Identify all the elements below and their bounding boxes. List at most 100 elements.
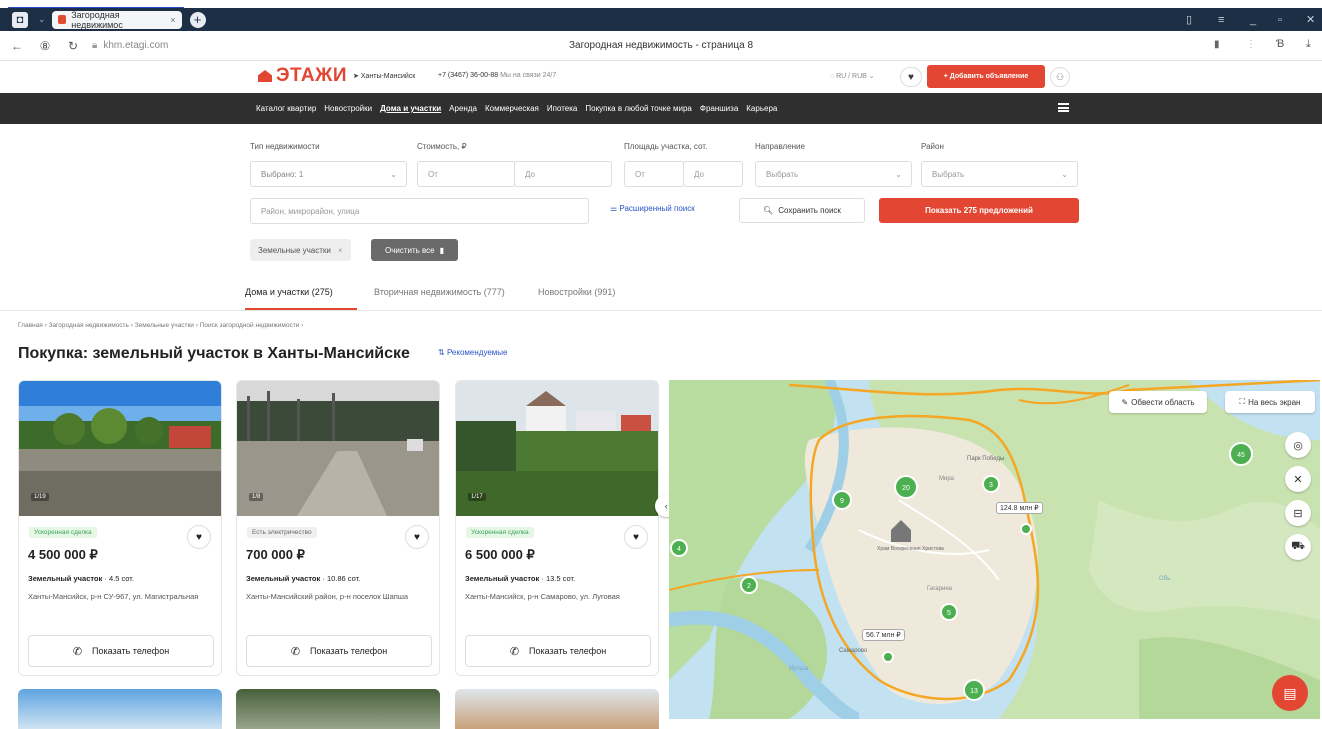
listing-card[interactable]: 1/19 Ускоренная сделка ♥ 4 500 000 ₽ Зем…: [18, 380, 222, 676]
breadcrumb[interactable]: Главная › Загородная недвижимость › Земе…: [18, 322, 303, 329]
restore-icon[interactable]: ▫: [1278, 8, 1282, 31]
clear-all-button[interactable]: Очистить все ▮: [371, 239, 458, 261]
nav-item-new-buildings[interactable]: Новостройки: [324, 104, 372, 113]
clear-all-label: Очистить все: [384, 245, 435, 255]
favorite-heart-icon[interactable]: ♥: [187, 525, 211, 549]
nav-item-catalog[interactable]: Каталог квартир: [256, 104, 316, 113]
nav-item-houses[interactable]: Дома и участки: [380, 104, 441, 113]
map-canvas[interactable]: 45 20 9 3 4 2 5 13 Мира Парк Победы Храм…: [669, 380, 1320, 719]
listing-card[interactable]: 1/17 Ускоренная сделка ♥ 6 500 000 ₽ Зем…: [455, 380, 659, 676]
listing-badge: Ускоренная сделка: [29, 527, 97, 538]
tab-secondary[interactable]: Вторичная недвижимость (777): [374, 287, 505, 297]
map-label: Обь: [1159, 576, 1170, 582]
tab-houses[interactable]: Дома и участки (275): [245, 287, 333, 297]
close-window-icon[interactable]: ✕: [1306, 8, 1315, 31]
district-select[interactable]: Выбрать ⌄: [921, 161, 1078, 187]
bookmark-panel-icon[interactable]: ▯: [1186, 8, 1192, 31]
draw-area-button[interactable]: ✎ Обвести область: [1109, 391, 1207, 413]
new-tab-icon[interactable]: +: [189, 11, 206, 28]
browser-menu-icon[interactable]: ◘: [12, 11, 28, 28]
direction-label: Направление: [755, 142, 805, 151]
advanced-search-link[interactable]: ⚌ Расширенный поиск: [610, 204, 695, 213]
chip-close-icon[interactable]: ×: [338, 246, 343, 255]
more-icon[interactable]: ⋮: [1246, 39, 1256, 50]
chevron-down-icon: ⌄: [1061, 170, 1068, 179]
yandex-icon[interactable]: ⑧: [34, 39, 56, 53]
minimize-icon[interactable]: _: [1250, 8, 1256, 31]
bookmark-icon[interactable]: ▮: [1214, 39, 1220, 50]
map-panel[interactable]: 45 20 9 3 4 2 5 13 Мира Парк Победы Храм…: [669, 380, 1320, 719]
nav-item-franchise[interactable]: Франшиза: [700, 104, 738, 113]
favorite-heart-icon[interactable]: ♥: [405, 525, 429, 549]
city-selector[interactable]: ➤ Ханты-Мансийск: [353, 72, 415, 80]
nav-item-career[interactable]: Карьера: [746, 104, 777, 113]
price-label: Стоимость, ₽: [417, 142, 467, 151]
reload-icon[interactable]: ↻: [62, 39, 84, 53]
user-icon[interactable]: ⚇: [1050, 67, 1070, 87]
address-bar: ← ⑧ ↻ 🔒︎ khm.etagi.com Загородная недвиж…: [0, 31, 1322, 61]
download-icon[interactable]: ⤓: [1306, 38, 1311, 51]
listing-card-partial[interactable]: [455, 689, 659, 729]
nav-item-mortgage[interactable]: Ипотека: [547, 104, 578, 113]
fullscreen-button[interactable]: ⛶ На весь экран: [1225, 391, 1315, 413]
filter-chip[interactable]: Земельные участки ×: [250, 239, 351, 261]
area-to-input[interactable]: До: [683, 161, 743, 187]
direction-select[interactable]: Выбрать ⌄: [755, 161, 912, 187]
hamburger-menu-icon[interactable]: [1058, 103, 1069, 112]
nav-item-worldwide[interactable]: Покупка в любой точке мира: [585, 104, 691, 113]
listing-photo[interactable]: [19, 381, 222, 516]
listing-type-row: Земельный участок · 10.86 сот.: [246, 574, 361, 583]
car-icon[interactable]: ⛟: [1285, 534, 1311, 560]
site-header: ЭТАЖИ ➤ Ханты-Мансийск +7 (3467) 36-00-8…: [0, 61, 1322, 93]
district-label: Район: [921, 142, 944, 151]
map-label: Мира: [939, 476, 955, 482]
listing-photo[interactable]: [456, 381, 659, 516]
listing-photo[interactable]: [237, 381, 440, 516]
area-from-input[interactable]: От: [624, 161, 684, 187]
listing-type: Земельный участок: [246, 574, 321, 583]
sort-selector[interactable]: ⇅ Рекомендуемые: [438, 348, 508, 357]
chat-icon[interactable]: ▤: [1272, 675, 1308, 711]
type-select[interactable]: Выбрано: 1 ⌄: [250, 161, 407, 187]
favorite-heart-icon[interactable]: ♥: [624, 525, 648, 549]
tab-close-icon[interactable]: ×: [170, 15, 175, 25]
listing-card[interactable]: 1/8 Есть электричество ♥ 700 000 ₽ Земел…: [236, 380, 440, 676]
show-phone-label: Показать телефон: [92, 646, 170, 656]
map-label: Парк Победы: [967, 456, 1004, 462]
show-phone-button[interactable]: ✆ Показать телефон: [28, 635, 214, 667]
back-icon[interactable]: ←: [6, 39, 28, 53]
layers-icon[interactable]: ✕: [1285, 466, 1311, 492]
nav-item-commercial[interactable]: Коммерческая: [485, 104, 539, 113]
reader-icon[interactable]: Ɓ: [1276, 38, 1284, 50]
map-price-tag[interactable]: 124.8 млн ₽: [996, 502, 1043, 514]
tab-list-chevron-icon[interactable]: ⌄: [38, 14, 46, 25]
currency-selector[interactable]: ◌ RU / RUB ⌄: [830, 72, 875, 80]
sort-label: Рекомендуемые: [446, 348, 508, 357]
url-field[interactable]: 🔒︎ khm.etagi.com: [92, 37, 202, 55]
metro-icon[interactable]: ⊟: [1285, 500, 1311, 526]
save-search-button[interactable]: 🔍︎ Сохранить поиск: [739, 198, 865, 223]
price-from-input[interactable]: От: [417, 161, 515, 187]
show-results-button[interactable]: Показать 275 предложений: [879, 198, 1079, 223]
favorites-heart-icon[interactable]: ♥: [900, 67, 922, 87]
listing-card-partial[interactable]: [236, 689, 440, 729]
add-ad-button[interactable]: + Добавить объявление: [927, 65, 1045, 88]
nav-item-rent[interactable]: Аренда: [449, 104, 477, 113]
listing-type-row: Земельный участок · 13.5 сот.: [465, 574, 576, 583]
search-input[interactable]: Район, микрорайон, улица: [250, 198, 589, 224]
listing-card-partial[interactable]: [18, 689, 222, 729]
locate-icon[interactable]: ◎: [1285, 432, 1311, 458]
show-phone-label: Показать телефон: [529, 646, 607, 656]
area-label: Площадь участка, сот.: [624, 142, 708, 151]
listing-price: 4 500 000 ₽: [28, 547, 98, 562]
map-price-tag[interactable]: 56.7 млн ₽: [862, 629, 905, 641]
tab-new-buildings[interactable]: Новостройки (991): [538, 287, 615, 297]
show-phone-button[interactable]: ✆ Показать телефон: [465, 635, 651, 667]
price-to-input[interactable]: До: [514, 161, 612, 187]
main-nav: Каталог квартир Новостройки Дома и участ…: [0, 93, 1322, 124]
phone-block[interactable]: +7 (3467) 36-00-88 Мы на связи 24/7: [438, 72, 556, 79]
browser-tab[interactable]: Загородная недвижимос ×: [51, 10, 182, 30]
browser-settings-icon[interactable]: ≡: [1218, 8, 1224, 31]
show-phone-button[interactable]: ✆ Показать телефон: [246, 635, 432, 667]
site-logo[interactable]: ЭТАЖИ: [258, 65, 347, 87]
